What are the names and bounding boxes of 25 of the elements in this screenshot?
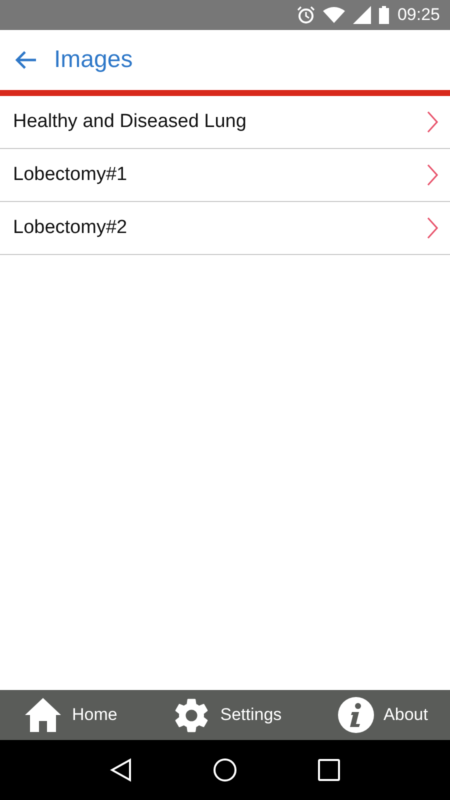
signal-icon [353,6,372,24]
chevron-icon [427,217,438,239]
nav-tab[interactable]: Home [24,697,118,733]
list-item-label: Lobectomy#1 [13,164,128,186]
list-item-label: Lobectomy#2 [13,217,128,239]
list-item[interactable]: Lobectomy#1 [0,149,450,202]
back-icon[interactable] [110,758,132,782]
list-item[interactable]: Healthy and Diseased Lung [0,96,450,149]
alarm-icon [297,6,316,24]
page-title: Images [54,46,133,74]
wifi-icon [323,7,346,23]
status-time: 09:25 [397,5,440,25]
home-icon [24,697,62,733]
back-button[interactable] [14,50,38,70]
home-circle-icon[interactable] [212,758,237,782]
nav-tab[interactable]: Settings [173,696,282,734]
battery-icon [379,6,390,24]
info-icon [338,697,374,733]
chevron-icon [427,164,438,186]
nav-tab[interactable]: About [338,697,428,733]
recents-icon[interactable] [318,759,340,781]
chevron-icon [427,111,438,133]
list-item[interactable]: Lobectomy#2 [0,202,450,255]
list-item-label: Healthy and Diseased Lung [13,111,246,133]
settings-icon [173,696,210,734]
